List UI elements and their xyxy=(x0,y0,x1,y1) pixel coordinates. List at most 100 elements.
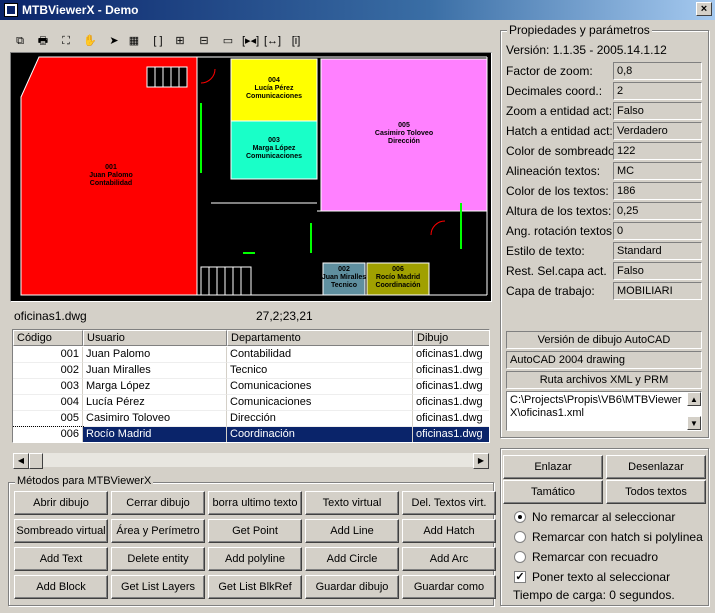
data-table[interactable]: Código Usuario Departamento Dibujo 001 Ju… xyxy=(12,329,490,443)
property-value[interactable]: 0,25 xyxy=(613,202,702,220)
fit-height-icon[interactable]: [↔] xyxy=(264,33,281,49)
floor-plan[interactable]: 001 Juan Palomo Contabilidad 004 Lucía P… xyxy=(11,53,491,301)
route-scroll-down-icon[interactable]: ▼ xyxy=(687,416,701,430)
table-cell[interactable]: Coordinación xyxy=(227,427,413,442)
table-cell[interactable]: oficinas1.dwg xyxy=(413,395,489,411)
zoom-extents-icon[interactable]: ⛶ xyxy=(58,33,74,49)
link-button[interactable]: Enlazar xyxy=(503,455,603,479)
table-cell[interactable]: Rocío Madrid xyxy=(83,427,227,442)
table-cell[interactable]: oficinas1.dwg xyxy=(413,411,489,427)
get-list-layers-button[interactable]: Get List Layers xyxy=(111,575,205,599)
route-scroll-up-icon[interactable]: ▲ xyxy=(687,392,701,406)
table-cell[interactable]: Comunicaciones xyxy=(227,395,413,411)
room-004-name: Lucía Pérez xyxy=(255,85,294,92)
close-button[interactable]: × xyxy=(696,2,712,16)
property-value[interactable]: Falso xyxy=(613,102,702,120)
property-value[interactable]: MOBILIARI xyxy=(613,282,702,300)
table-cell[interactable]: 004 xyxy=(13,395,83,411)
rectangle-icon[interactable]: ▭ xyxy=(220,33,236,49)
borra-ultimo-texto-button[interactable]: borra ultimo texto xyxy=(208,491,302,515)
add-text-button[interactable]: Add Text xyxy=(14,547,108,571)
properties-icon[interactable]: ▦ xyxy=(126,33,142,49)
table-cell[interactable]: 003 xyxy=(13,379,83,395)
table-cell[interactable]: Tecnico xyxy=(227,363,413,379)
property-value[interactable]: 0,8 xyxy=(613,62,702,80)
property-value[interactable]: 186 xyxy=(613,182,702,200)
pan-icon[interactable]: ✋ xyxy=(82,33,98,49)
table-cell[interactable]: Juan Miralles xyxy=(83,363,227,379)
cerrar-dibujo-button[interactable]: Cerrar dibujo xyxy=(111,491,205,515)
radio-button[interactable] xyxy=(514,531,526,543)
property-value[interactable]: 2 xyxy=(613,82,702,100)
add-polyline-button[interactable]: Add polyline xyxy=(208,547,302,571)
table-cell[interactable]: oficinas1.dwg xyxy=(413,363,489,379)
sombreado-virtual-button[interactable]: Sombreado virtual xyxy=(14,519,108,543)
add-hatch-button[interactable]: Add Hatch xyxy=(402,519,496,543)
all-texts-button[interactable]: Todos textos xyxy=(606,480,706,504)
texto-virtual-button[interactable]: Texto virtual xyxy=(305,491,399,515)
option-label[interactable]: Remarcar con recuadro xyxy=(532,550,658,564)
delete-entity-button[interactable]: Delete entity xyxy=(111,547,205,571)
table-cell[interactable]: Casimiro Toloveo xyxy=(83,411,227,427)
print-icon[interactable]: 🖶 xyxy=(35,33,51,49)
table-cell[interactable]: Juan Palomo xyxy=(83,347,227,363)
table-cell[interactable]: 001 xyxy=(13,347,83,363)
column-header-drawing[interactable]: Dibujo xyxy=(413,330,489,346)
property-value[interactable]: Verdadero xyxy=(613,122,702,140)
table-cell[interactable]: oficinas1.dwg xyxy=(413,427,489,442)
info-icon[interactable]: [i] xyxy=(288,33,304,49)
get-list-blkref-button[interactable]: Get List BlkRef xyxy=(208,575,302,599)
table-cell[interactable]: 002 xyxy=(13,363,83,379)
thematic-button[interactable]: Tamático xyxy=(503,480,603,504)
option-label[interactable]: No remarcar al seleccionar xyxy=(532,510,675,524)
property-value[interactable]: Standard xyxy=(613,242,702,260)
table-cell[interactable]: Lucía Pérez xyxy=(83,395,227,411)
property-value[interactable]: 0 xyxy=(613,222,702,240)
fit-width-icon[interactable]: [▸◂] xyxy=(242,33,259,49)
column-header-user[interactable]: Usuario xyxy=(83,330,227,346)
drawing-canvas[interactable]: 001 Juan Palomo Contabilidad 004 Lucía P… xyxy=(10,52,492,302)
table-cell[interactable]: 006 xyxy=(13,426,84,442)
option-label[interactable]: Remarcar con hatch si polylinea xyxy=(532,530,703,544)
guardar-como-button[interactable]: Guardar como xyxy=(402,575,496,599)
table-cell[interactable]: Contabilidad xyxy=(227,347,413,363)
property-label: Alineación textos: xyxy=(506,164,601,178)
column-header-dept[interactable]: Departamento xyxy=(227,330,413,346)
table-cell[interactable]: Marga López xyxy=(83,379,227,395)
unlink-button[interactable]: Desenlazar xyxy=(606,455,706,479)
horizontal-scrollbar[interactable]: ◀ ▶ xyxy=(12,452,490,469)
checkbox[interactable]: ✓ xyxy=(514,571,526,583)
abrir-dibujo-button[interactable]: Abrir dibujo xyxy=(14,491,108,515)
table-cell[interactable]: Dirección xyxy=(227,411,413,427)
add-line-button[interactable]: Add Line xyxy=(305,519,399,543)
property-value[interactable]: 122 xyxy=(613,142,702,160)
radio-button[interactable] xyxy=(514,511,526,523)
property-value[interactable]: MC xyxy=(613,162,702,180)
zoom-window-icon[interactable]: [ ] xyxy=(150,33,166,49)
table-cell[interactable]: oficinas1.dwg xyxy=(413,379,489,395)
radio-button[interactable] xyxy=(514,551,526,563)
del-textos-virt-button[interactable]: Del. Textos virt. xyxy=(402,491,496,515)
guardar-dibujo-button[interactable]: Guardar dibujo xyxy=(305,575,399,599)
add-block-button[interactable]: Add Block xyxy=(14,575,108,599)
scroll-right-icon[interactable]: ▶ xyxy=(473,453,489,469)
select-pointer-icon[interactable]: ➤ xyxy=(106,33,122,49)
get-point-button[interactable]: Get Point xyxy=(208,519,302,543)
column-header-code[interactable]: Código xyxy=(13,330,83,346)
table-cell[interactable]: oficinas1.dwg xyxy=(413,347,489,363)
title-bar[interactable]: MTBViewerX - Demo × xyxy=(0,0,715,20)
property-value[interactable]: Falso xyxy=(613,262,702,280)
route-textbox[interactable]: C:\Projects\Propis\VB6\MTBViewerX\oficin… xyxy=(506,391,702,431)
scroll-left-icon[interactable]: ◀ xyxy=(13,453,29,469)
add-arc-button[interactable]: Add Arc xyxy=(402,547,496,571)
scroll-thumb[interactable] xyxy=(29,453,43,469)
add-circle-button[interactable]: Add Circle xyxy=(305,547,399,571)
option-label[interactable]: Poner texto al seleccionar xyxy=(532,570,670,584)
-rea-y-per-metro-button[interactable]: Área y Perímetro xyxy=(111,519,205,543)
property-label: Ang. rotación textos: xyxy=(506,224,616,238)
zoom-out-icon[interactable]: ⊟ xyxy=(196,33,212,49)
zoom-in-icon[interactable]: ⊞ xyxy=(172,33,188,49)
copy-icon[interactable]: ⧉ xyxy=(12,33,28,49)
table-cell[interactable]: Comunicaciones xyxy=(227,379,413,395)
table-cell[interactable]: 005 xyxy=(13,411,83,427)
